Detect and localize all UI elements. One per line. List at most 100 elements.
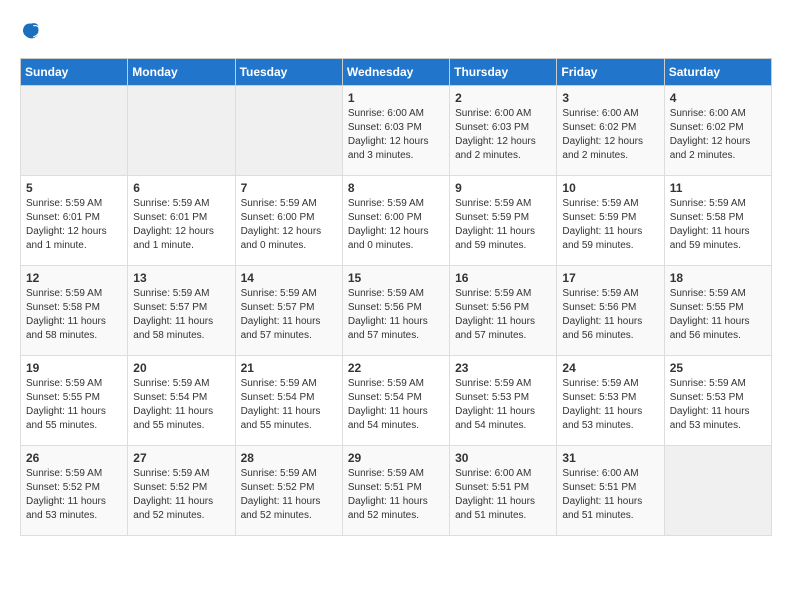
day-number: 27 [133, 451, 229, 465]
day-number: 1 [348, 91, 444, 105]
calendar-cell [21, 86, 128, 176]
day-info: Sunrise: 6:00 AMSunset: 6:02 PMDaylight:… [670, 107, 766, 163]
day-number: 15 [348, 271, 444, 285]
calendar-cell: 6 Sunrise: 5:59 AMSunset: 6:01 PMDaylight… [128, 176, 235, 266]
header-row: SundayMondayTuesdayWednesdayThursdayFrid… [21, 59, 772, 86]
day-number: 22 [348, 361, 444, 375]
day-header-monday: Monday [128, 59, 235, 86]
day-number: 24 [562, 361, 658, 375]
day-info: Sunrise: 5:59 AMSunset: 5:56 PMDaylight:… [348, 287, 444, 343]
calendar-cell: 1 Sunrise: 6:00 AMSunset: 6:03 PMDaylight… [342, 86, 449, 176]
day-info: Sunrise: 6:00 AMSunset: 6:03 PMDaylight:… [348, 107, 444, 163]
day-number: 26 [26, 451, 122, 465]
day-info: Sunrise: 6:00 AMSunset: 5:51 PMDaylight:… [562, 467, 658, 523]
calendar-cell: 28Sunrise: 5:59 AMSunset: 5:52 PMDayligh… [235, 446, 342, 536]
calendar-cell [235, 86, 342, 176]
day-number: 12 [26, 271, 122, 285]
calendar-cell: 30Sunrise: 6:00 AMSunset: 5:51 PMDayligh… [450, 446, 557, 536]
calendar-cell: 12 Sunrise: 5:59 AMSunset: 5:58 PMDayligh… [21, 266, 128, 356]
day-number: 21 [241, 361, 337, 375]
calendar-cell: 22 Sunrise: 5:59 AMSunset: 5:54 PMDayligh… [342, 356, 449, 446]
day-info: Sunrise: 5:59 AMSunset: 5:59 PMDaylight:… [455, 197, 551, 253]
day-info: Sunrise: 5:59 AMSunset: 5:52 PMDaylight:… [133, 467, 229, 523]
day-number: 14 [241, 271, 337, 285]
calendar-cell: 29 Sunrise: 5:59 AMSunset: 5:51 PMDayligh… [342, 446, 449, 536]
day-number: 10 [562, 181, 658, 195]
day-number: 4 [670, 91, 766, 105]
day-number: 16 [455, 271, 551, 285]
day-info: Sunrise: 5:59 AMSunset: 6:01 PMDaylight:… [26, 197, 122, 253]
day-number: 29 [348, 451, 444, 465]
day-info: Sunrise: 5:59 AMSunset: 6:01 PMDaylight:… [133, 197, 229, 253]
day-number: 25 [670, 361, 766, 375]
day-number: 5 [26, 181, 122, 195]
calendar-cell: 18 Sunrise: 5:59 AMSunset: 5:55 PMDayligh… [664, 266, 771, 356]
day-number: 31 [562, 451, 658, 465]
calendar-cell: 15 Sunrise: 5:59 AMSunset: 5:56 PMDayligh… [342, 266, 449, 356]
calendar-cell: 27 Sunrise: 5:59 AMSunset: 5:52 PMDayligh… [128, 446, 235, 536]
day-info: Sunrise: 5:59 AMSunset: 5:59 PMDaylight:… [562, 197, 658, 253]
day-info: Sunrise: 5:59 AMSunset: 5:56 PMDaylight:… [562, 287, 658, 343]
day-info: Sunrise: 5:59 AMSunset: 5:55 PMDaylight:… [26, 377, 122, 433]
week-row: 26 Sunrise: 5:59 AMSunset: 5:52 PMDayligh… [21, 446, 772, 536]
calendar-cell: 3 Sunrise: 6:00 AMSunset: 6:02 PMDaylight… [557, 86, 664, 176]
calendar-cell: 8Sunrise: 5:59 AMSunset: 6:00 PMDaylight… [342, 176, 449, 266]
calendar-cell: 11 Sunrise: 5:59 AMSunset: 5:58 PMDayligh… [664, 176, 771, 266]
day-info: Sunrise: 5:59 AMSunset: 5:53 PMDaylight:… [670, 377, 766, 433]
day-header-thursday: Thursday [450, 59, 557, 86]
week-row: 1 Sunrise: 6:00 AMSunset: 6:03 PMDaylight… [21, 86, 772, 176]
day-info: Sunrise: 5:59 AMSunset: 5:55 PMDaylight:… [670, 287, 766, 343]
day-number: 6 [133, 181, 229, 195]
week-row: 5 Sunrise: 5:59 AMSunset: 6:01 PMDaylight… [21, 176, 772, 266]
day-info: Sunrise: 6:00 AMSunset: 5:51 PMDaylight:… [455, 467, 551, 523]
day-number: 28 [241, 451, 337, 465]
day-info: Sunrise: 5:59 AMSunset: 5:53 PMDaylight:… [562, 377, 658, 433]
day-header-sunday: Sunday [21, 59, 128, 86]
day-info: Sunrise: 6:00 AMSunset: 6:03 PMDaylight:… [455, 107, 551, 163]
day-info: Sunrise: 6:00 AMSunset: 6:02 PMDaylight:… [562, 107, 658, 163]
day-info: Sunrise: 5:59 AMSunset: 5:57 PMDaylight:… [241, 287, 337, 343]
day-info: Sunrise: 5:59 AMSunset: 5:54 PMDaylight:… [241, 377, 337, 433]
calendar-cell: 31 Sunrise: 6:00 AMSunset: 5:51 PMDayligh… [557, 446, 664, 536]
calendar-cell: 4 Sunrise: 6:00 AMSunset: 6:02 PMDaylight… [664, 86, 771, 176]
day-number: 3 [562, 91, 658, 105]
day-info: Sunrise: 5:59 AMSunset: 5:52 PMDaylight:… [26, 467, 122, 523]
calendar-cell: 21 Sunrise: 5:59 AMSunset: 5:54 PMDayligh… [235, 356, 342, 446]
day-header-saturday: Saturday [664, 59, 771, 86]
calendar-cell: 25 Sunrise: 5:59 AMSunset: 5:53 PMDayligh… [664, 356, 771, 446]
day-number: 11 [670, 181, 766, 195]
calendar-table: SundayMondayTuesdayWednesdayThursdayFrid… [20, 58, 772, 536]
calendar-cell: 5 Sunrise: 5:59 AMSunset: 6:01 PMDaylight… [21, 176, 128, 266]
calendar-cell: 16 Sunrise: 5:59 AMSunset: 5:56 PMDayligh… [450, 266, 557, 356]
calendar-cell: 20 Sunrise: 5:59 AMSunset: 5:54 PMDayligh… [128, 356, 235, 446]
calendar-cell: 19Sunrise: 5:59 AMSunset: 5:55 PMDayligh… [21, 356, 128, 446]
day-info: Sunrise: 5:59 AMSunset: 5:54 PMDaylight:… [348, 377, 444, 433]
day-info: Sunrise: 5:59 AMSunset: 6:00 PMDaylight:… [348, 197, 444, 253]
day-info: Sunrise: 5:59 AMSunset: 5:53 PMDaylight:… [455, 377, 551, 433]
calendar-cell: 26 Sunrise: 5:59 AMSunset: 5:52 PMDayligh… [21, 446, 128, 536]
day-info: Sunrise: 5:59 AMSunset: 5:54 PMDaylight:… [133, 377, 229, 433]
day-info: Sunrise: 5:59 AMSunset: 5:58 PMDaylight:… [26, 287, 122, 343]
day-info: Sunrise: 5:59 AMSunset: 5:51 PMDaylight:… [348, 467, 444, 523]
day-info: Sunrise: 5:59 AMSunset: 5:56 PMDaylight:… [455, 287, 551, 343]
day-number: 23 [455, 361, 551, 375]
day-number: 18 [670, 271, 766, 285]
day-info: Sunrise: 5:59 AMSunset: 5:58 PMDaylight:… [670, 197, 766, 253]
day-header-wednesday: Wednesday [342, 59, 449, 86]
calendar-cell: 10 Sunrise: 5:59 AMSunset: 5:59 PMDayligh… [557, 176, 664, 266]
day-info: Sunrise: 5:59 AMSunset: 5:57 PMDaylight:… [133, 287, 229, 343]
day-number: 7 [241, 181, 337, 195]
day-number: 20 [133, 361, 229, 375]
logo-icon [20, 20, 42, 42]
calendar-cell: 7Sunrise: 5:59 AMSunset: 6:00 PMDaylight… [235, 176, 342, 266]
day-header-friday: Friday [557, 59, 664, 86]
day-header-tuesday: Tuesday [235, 59, 342, 86]
day-number: 13 [133, 271, 229, 285]
calendar-cell: 24 Sunrise: 5:59 AMSunset: 5:53 PMDayligh… [557, 356, 664, 446]
calendar-cell [664, 446, 771, 536]
week-row: 12 Sunrise: 5:59 AMSunset: 5:58 PMDayligh… [21, 266, 772, 356]
calendar-cell: 23 Sunrise: 5:59 AMSunset: 5:53 PMDayligh… [450, 356, 557, 446]
day-number: 2 [455, 91, 551, 105]
calendar-cell: 17Sunrise: 5:59 AMSunset: 5:56 PMDayligh… [557, 266, 664, 356]
day-number: 9 [455, 181, 551, 195]
